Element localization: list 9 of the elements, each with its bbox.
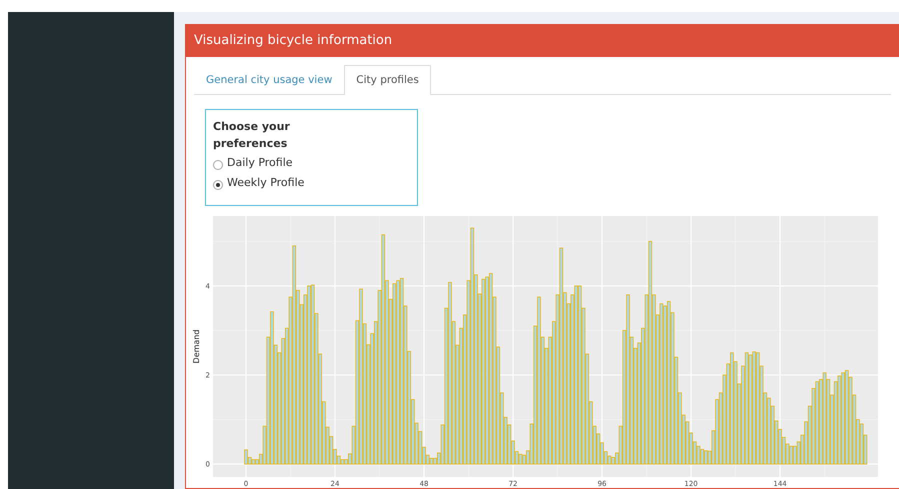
preferences-title: Choose your preferences	[213, 119, 291, 152]
tab[interactable]: General city usage view	[194, 64, 344, 96]
radio-label[interactable]: Weekly Profile	[227, 174, 304, 192]
radio-label[interactable]: Daily Profile	[227, 155, 293, 172]
radio-button[interactable]	[213, 180, 223, 190]
box-title: Visualizing bicycle information	[186, 25, 899, 56]
tab[interactable]: City profiles	[344, 64, 431, 96]
y-axis-title: Demand	[192, 330, 201, 364]
radio-button[interactable]	[213, 160, 223, 170]
